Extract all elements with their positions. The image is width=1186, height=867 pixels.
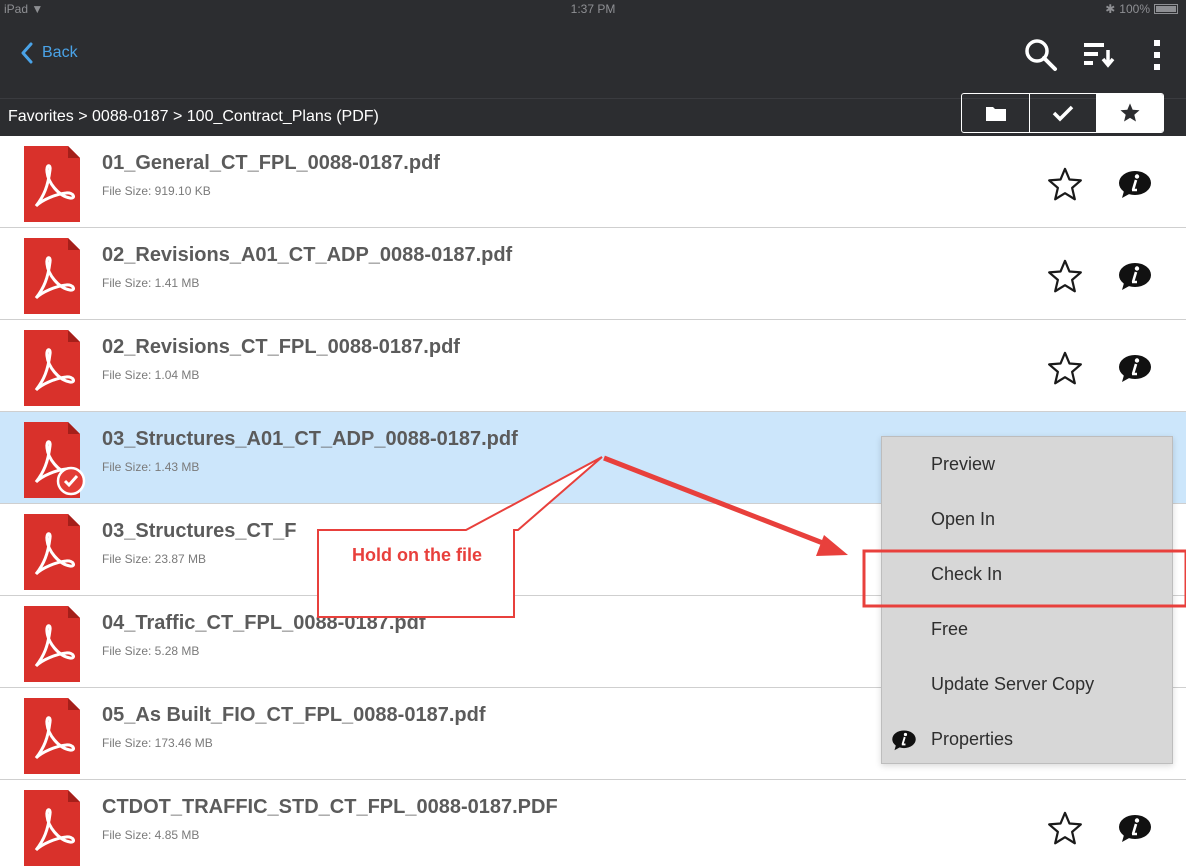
search-icon	[1025, 39, 1057, 71]
file-name: 03_Structures_A01_CT_ADP_0088-0187.pdf	[102, 428, 518, 450]
file-row[interactable]: 02_Revisions_A01_CT_ADP_0088-0187.pdf Fil…	[0, 228, 1186, 320]
menu-item-free[interactable]: Free	[882, 607, 1172, 651]
bluetooth-icon: ✱	[1105, 2, 1116, 16]
file-size: File Size: 919.10 KB	[102, 184, 211, 198]
menu-item-label: Update Server Copy	[931, 674, 1095, 694]
more-button[interactable]	[1128, 26, 1186, 84]
back-label: Back	[42, 44, 78, 61]
segment-favorites[interactable]	[1096, 94, 1163, 132]
info-icon[interactable]	[1118, 813, 1152, 843]
file-name: 03_Structures_CT_F	[102, 520, 297, 542]
context-menu: Preview Open In Check In Free Update Server …	[881, 436, 1173, 764]
favorite-star-icon[interactable]	[1046, 166, 1084, 204]
menu-item-check-in[interactable]: Check In	[882, 552, 1172, 596]
favorite-star-icon[interactable]	[1046, 810, 1084, 848]
pdf-file-icon	[24, 330, 80, 406]
file-size: File Size: 4.85 MB	[102, 828, 200, 842]
pdf-file-icon	[24, 606, 80, 682]
file-name: CTDOT_TRAFFIC_STD_CT_FPL_0088-0187.PDF	[102, 796, 558, 818]
battery-status: ✱ 100%	[1105, 2, 1178, 16]
info-icon	[892, 730, 916, 751]
sort-button[interactable]	[1070, 26, 1128, 84]
file-size: File Size: 1.43 MB	[102, 460, 200, 474]
file-size: File Size: 173.46 MB	[102, 736, 213, 750]
segment-folders[interactable]	[962, 94, 1029, 132]
menu-item-open-in[interactable]: Open In	[882, 497, 1172, 541]
navigation-bar: Back	[0, 18, 1186, 98]
menu-item-label: Open In	[931, 509, 996, 529]
search-button[interactable]	[1012, 26, 1070, 84]
checked-out-badge-icon	[56, 466, 86, 496]
chevron-left-icon	[21, 42, 33, 64]
info-icon[interactable]	[1118, 169, 1152, 199]
file-size: File Size: 1.04 MB	[102, 368, 200, 382]
more-vertical-icon	[1154, 40, 1160, 70]
file-size: File Size: 23.87 MB	[102, 552, 207, 566]
pdf-file-icon	[24, 698, 80, 774]
battery-icon	[1154, 4, 1178, 14]
file-name: 05_As Built_FIO_CT_FPL_0088-0187.pdf	[102, 704, 486, 726]
file-row[interactable]: 01_General_CT_FPL_0088-0187.pdf File Size…	[0, 136, 1186, 228]
info-icon[interactable]	[1118, 353, 1152, 383]
file-name: 02_Revisions_A01_CT_ADP_0088-0187.pdf	[102, 244, 513, 266]
segment-checked-out[interactable]	[1029, 94, 1096, 132]
breadcrumb[interactable]: Favorites > 0088-0187 > 100_Contract_Pla…	[8, 108, 379, 126]
menu-item-label: Check In	[931, 564, 1003, 584]
nav-actions	[1012, 26, 1186, 84]
menu-item-preview[interactable]: Preview	[882, 442, 1172, 486]
back-button[interactable]: Back	[20, 42, 78, 64]
clock: 1:37 PM	[570, 2, 616, 16]
pdf-file-icon	[24, 146, 80, 222]
menu-item-label: Free	[931, 619, 969, 639]
file-name: 02_Revisions_CT_FPL_0088-0187.pdf	[102, 336, 460, 358]
file-name: 01_General_CT_FPL_0088-0187.pdf	[102, 152, 440, 174]
file-name: 04_Traffic_CT_FPL_0088-0187.pdf	[102, 612, 426, 634]
pdf-file-icon	[24, 238, 80, 314]
file-row[interactable]: CTDOT_TRAFFIC_STD_CT_FPL_0088-0187.PDF Fi…	[0, 780, 1186, 867]
star-icon	[1120, 103, 1140, 122]
menu-item-label: Properties	[931, 729, 1014, 749]
favorite-star-icon[interactable]	[1046, 350, 1084, 388]
favorite-star-icon[interactable]	[1046, 258, 1084, 296]
file-row[interactable]: 02_Revisions_CT_FPL_0088-0187.pdf File Si…	[0, 320, 1186, 412]
file-size: File Size: 1.41 MB	[102, 276, 200, 290]
folder-icon	[985, 107, 1006, 121]
menu-item-update-server-copy[interactable]: Update Server Copy	[882, 662, 1172, 706]
callout-text: Hold on the file	[352, 545, 482, 565]
pdf-file-icon	[24, 514, 80, 590]
checkmark-icon	[1052, 105, 1074, 122]
menu-item-properties[interactable]: Properties	[882, 717, 1172, 761]
view-segmented-control	[961, 93, 1164, 133]
sort-icon	[1084, 43, 1115, 68]
file-size: File Size: 5.28 MB	[102, 644, 200, 658]
info-icon[interactable]	[1118, 261, 1152, 291]
menu-item-label: Preview	[931, 454, 996, 474]
status-bar: iPad ▼ 1:37 PM ✱ 100%	[0, 0, 1186, 18]
battery-percent: 100%	[1119, 2, 1150, 16]
pdf-file-icon	[24, 790, 80, 866]
